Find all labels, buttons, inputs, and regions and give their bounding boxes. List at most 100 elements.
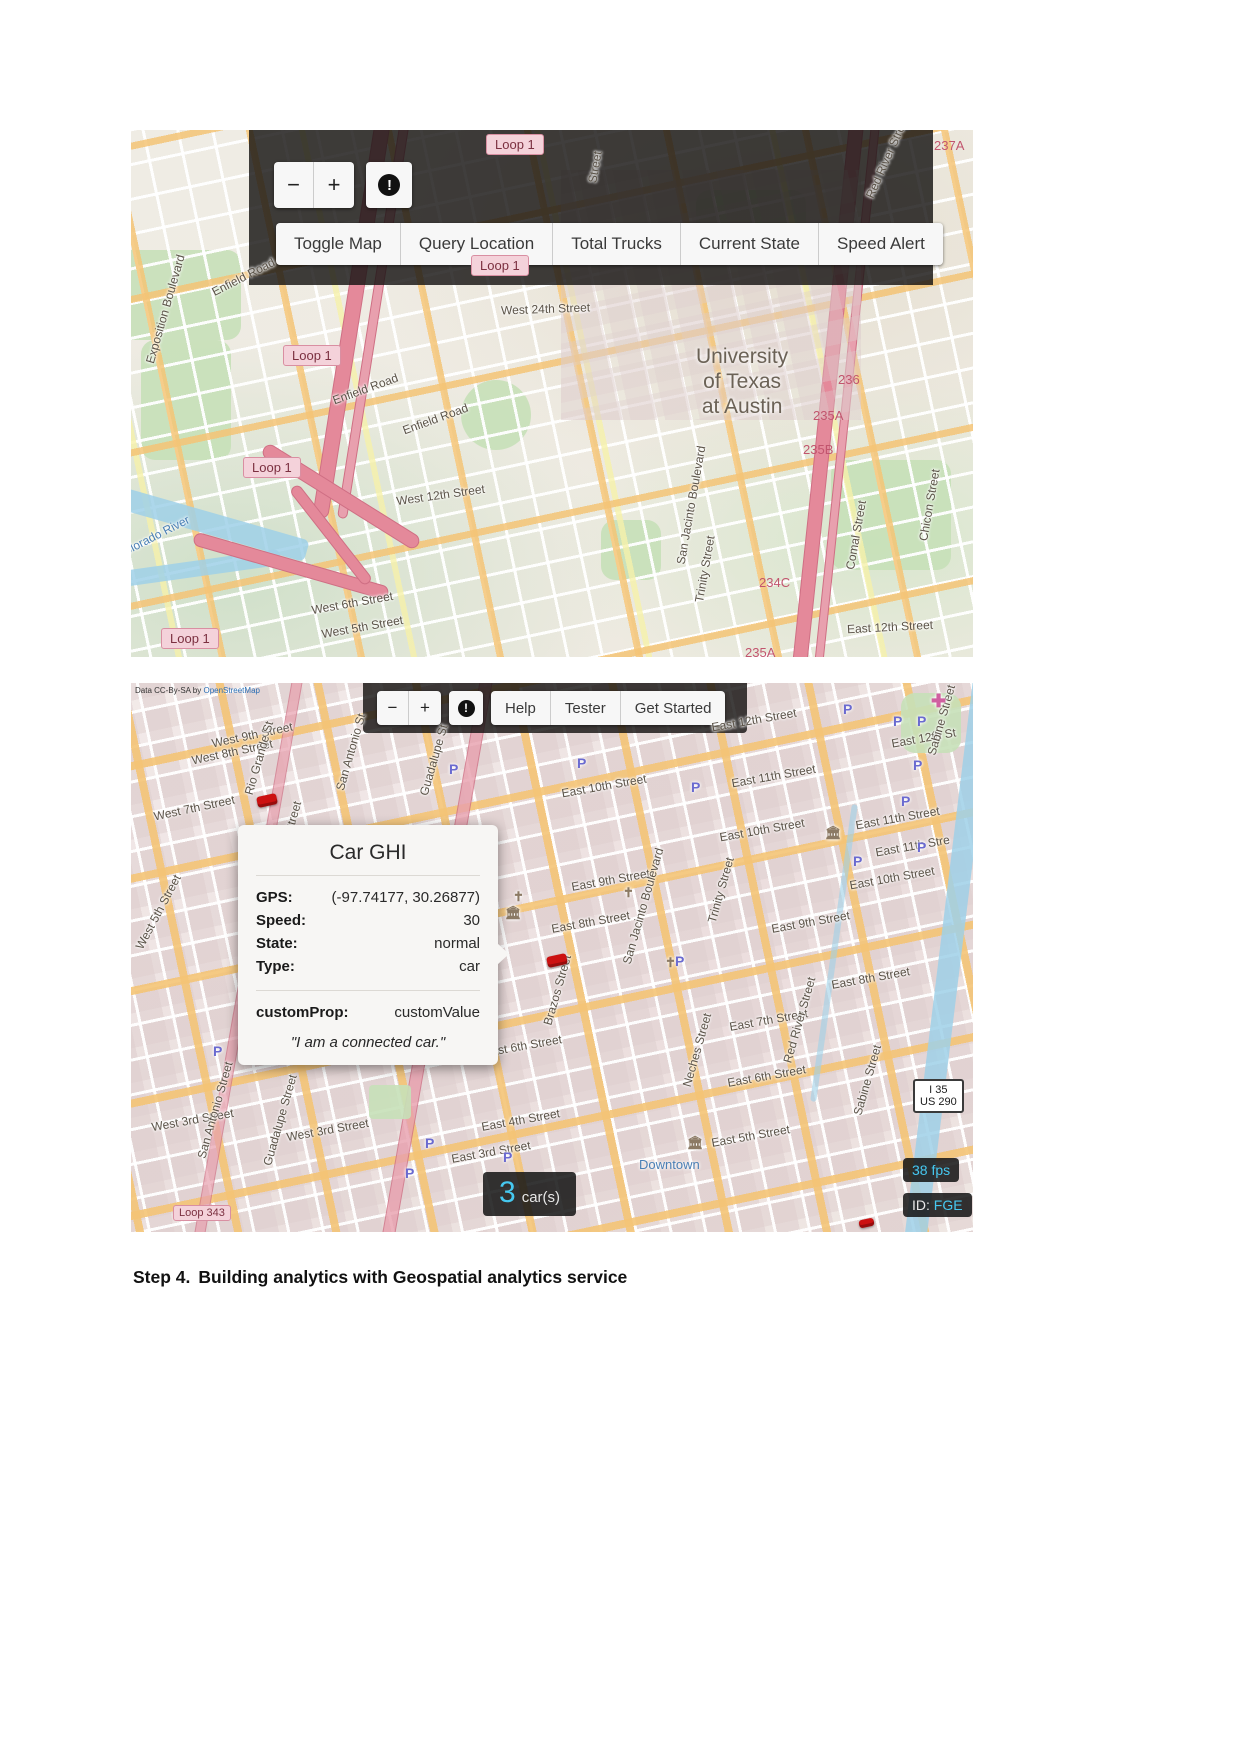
zoom-control-group[interactable]: − + [377, 691, 441, 725]
map-controls-detail[interactable]: − + ! Help Tester Get Started [377, 691, 726, 725]
menu-item-speed-alert[interactable]: Speed Alert [819, 223, 943, 265]
figure-map-overview[interactable]: − + ! Toggle Map Query Location Total Tr… [131, 130, 973, 657]
menu-item-total-trucks[interactable]: Total Trucks [553, 223, 681, 265]
downtown-label: Downtown [639, 1157, 700, 1172]
hud-car-count-value: 3 [499, 1176, 516, 1209]
popup-value: normal [434, 935, 480, 952]
caption-step: Step 4. [133, 1267, 191, 1287]
hud-id-label: ID: [912, 1197, 930, 1213]
map-canvas-overview[interactable]: − + ! Toggle Map Query Location Total Tr… [131, 130, 973, 657]
figure-caption: Step 4. Building analytics with Geospatia… [133, 1267, 833, 1288]
route-shield-loop1: Loop 1 [283, 345, 341, 366]
popup-key: customProp: [256, 1004, 349, 1021]
popup-row-speed: Speed: 30 [256, 909, 480, 932]
parking-icon: P [853, 853, 863, 869]
exit-label: 237A [934, 138, 965, 153]
map-canvas-detail[interactable]: Data CC-By-SA by OpenStreetMap − + ! Hel… [131, 683, 973, 1232]
popup-pointer [497, 943, 509, 965]
place-of-worship-icon: ✝ [513, 889, 524, 904]
place-label-ut-austin: University of Texas at Austin [696, 345, 789, 418]
interstate-shield: I 35 US 290 [913, 1079, 964, 1113]
parking-icon: P [405, 1165, 415, 1181]
info-button[interactable]: ! [366, 162, 413, 208]
exclamation-icon: ! [457, 699, 475, 717]
parking-icon: P [901, 793, 911, 809]
menu-item-current-state[interactable]: Current State [680, 223, 819, 265]
parking-icon: P [213, 1043, 223, 1059]
popup-value: 30 [463, 912, 480, 929]
menu-item-help[interactable]: Help [491, 691, 551, 725]
popup-row-gps: GPS: (-97.74177, 30.26877) [256, 886, 480, 909]
exit-label: 235A [813, 408, 844, 423]
zoom-out-button[interactable]: − [377, 691, 409, 725]
hud-car-count: 3 car(s) [483, 1172, 577, 1216]
popup-divider-custom [256, 990, 480, 991]
attribution-prefix: Data CC-By-SA by [135, 686, 202, 695]
parking-icon: P [691, 779, 701, 795]
exit-label: 235A [745, 645, 776, 657]
exit-label: 236 [838, 372, 860, 387]
info-control-group[interactable]: ! [366, 162, 413, 208]
menu-item-toggle-map[interactable]: Toggle Map [276, 223, 401, 265]
popup-divider [256, 875, 480, 876]
document-page: − + ! Toggle Map Query Location Total Tr… [0, 0, 1241, 1754]
zoom-in-button[interactable]: + [314, 162, 354, 208]
parking-icon: P [449, 761, 459, 777]
popup-key: Type: [256, 958, 295, 975]
zoom-in-button[interactable]: + [409, 691, 441, 725]
parking-icon: P [917, 839, 927, 855]
map-menu-overview[interactable]: Toggle Map Query Location Total Trucks C… [276, 223, 943, 265]
interstate-line1: I 35 [929, 1084, 948, 1096]
popup-quote: "I am a connected car." [290, 1034, 446, 1051]
parking-icon: P [577, 755, 587, 771]
popup-key: GPS: [256, 889, 293, 906]
zoom-out-button[interactable]: − [274, 162, 314, 208]
hud-id: ID: FGE [903, 1193, 972, 1217]
place-of-worship-icon: ✝ [623, 885, 634, 900]
parking-icon: P [893, 713, 903, 729]
hud-car-count-unit: car(s) [521, 1189, 561, 1206]
route-shield-loop1: Loop 1 [161, 628, 219, 649]
museum-icon: 🏛 [825, 825, 842, 840]
hud-fps: 38 fps [903, 1158, 960, 1182]
parking-icon: P [675, 953, 685, 969]
popup-key: State: [256, 935, 298, 952]
exclamation-icon: ! [378, 174, 401, 196]
attribution-link[interactable]: OpenStreetMap [203, 686, 259, 695]
popup-row-customprop: customProp: customValue [256, 1001, 480, 1024]
route-shield-loop343: Loop 343 [173, 1205, 231, 1221]
info-button[interactable]: ! [449, 691, 483, 725]
map-controls-overview[interactable]: − + ! [274, 162, 413, 208]
route-shield-loop1: Loop 1 [471, 255, 529, 276]
map-attribution[interactable]: Data CC-By-SA by OpenStreetMap [135, 686, 260, 695]
museum-icon: 🏛 [687, 1135, 704, 1150]
figure-map-detail[interactable]: Data CC-By-SA by OpenStreetMap − + ! Hel… [131, 683, 973, 1232]
info-control-group[interactable]: ! [449, 691, 483, 725]
menu-item-tester[interactable]: Tester [550, 691, 621, 725]
hud-id-value: FGE [933, 1197, 963, 1213]
parking-icon: P [425, 1135, 435, 1151]
museum-icon: 🏛 [505, 905, 522, 920]
popup-key: Speed: [256, 912, 307, 929]
parking-icon: P [917, 713, 927, 729]
interstate-line2: US 290 [920, 1096, 957, 1108]
popup-value: (-97.74177, 30.26877) [331, 889, 480, 906]
exit-label: 234C [759, 575, 791, 590]
caption-text: Building analytics with Geospatial analy… [198, 1267, 628, 1287]
parking-icon: P [913, 757, 923, 773]
popup-title: Car GHI [329, 841, 407, 864]
menu-button-group[interactable]: Toggle Map Query Location Total Trucks C… [276, 223, 943, 265]
parking-icon: P [843, 701, 853, 717]
route-shield-loop1: Loop 1 [486, 134, 544, 155]
zoom-control-group[interactable]: − + [274, 162, 354, 208]
green-patch [369, 1085, 411, 1119]
popup-value: car [459, 958, 480, 975]
exit-label: 235B [803, 442, 834, 457]
popup-row-type: Type: car [256, 955, 480, 978]
popup-row-state: State: normal [256, 932, 480, 955]
vehicle-info-popup[interactable]: Car GHI GPS: (-97.74177, 30.26877) Speed… [238, 825, 509, 1065]
parking-icon: P [503, 1149, 513, 1165]
menu-button-group[interactable]: Help Tester Get Started [491, 691, 726, 725]
place-of-worship-icon: ✝ [665, 955, 676, 970]
route-shield-loop1: Loop 1 [243, 457, 301, 478]
